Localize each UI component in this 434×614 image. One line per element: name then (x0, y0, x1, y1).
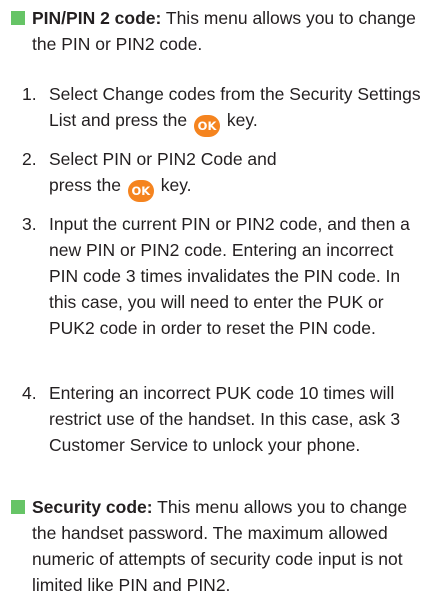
pin-code-section: PIN/PIN 2 code: This menu allows you to … (10, 5, 420, 57)
ok-key-icon: OK (194, 115, 221, 137)
step-item: 3. Input the current PIN or PIN2 code, a… (22, 211, 422, 341)
step-text: Select Change codes from the Security Se… (49, 81, 422, 137)
security-code-bullet: Security code: This menu allows you to c… (10, 494, 420, 598)
step-number: 3. (22, 214, 37, 234)
step-number: 4. (22, 383, 37, 403)
step-text: Select PIN or PIN2 Code and press the OK… (49, 146, 299, 202)
step-text-after: key. (226, 110, 258, 130)
step-item: 4. Entering an incorrect PUK code 10 tim… (22, 380, 422, 458)
pin-code-title: PIN/PIN 2 code: (32, 8, 162, 28)
security-code-section: Security code: This menu allows you to c… (10, 494, 420, 598)
manual-page: PIN/PIN 2 code: This menu allows you to … (0, 0, 434, 614)
step-item: 1. Select Change codes from the Security… (22, 81, 422, 137)
pin-code-bullet: PIN/PIN 2 code: This menu allows you to … (10, 5, 420, 57)
step-text-after: key. (160, 175, 192, 195)
step-text: Entering an incorrect PUK code 10 times … (49, 383, 401, 455)
bullet-square-icon (11, 500, 25, 514)
step-item: 2. Select PIN or PIN2 Code and press the… (22, 146, 422, 202)
step-number: 1. (22, 84, 37, 104)
security-code-title: Security code: (32, 497, 153, 517)
step-text: Input the current PIN or PIN2 code, and … (49, 214, 410, 338)
bullet-square-icon (11, 11, 25, 25)
ok-key-icon: OK (127, 180, 154, 202)
step-number: 2. (22, 149, 37, 169)
